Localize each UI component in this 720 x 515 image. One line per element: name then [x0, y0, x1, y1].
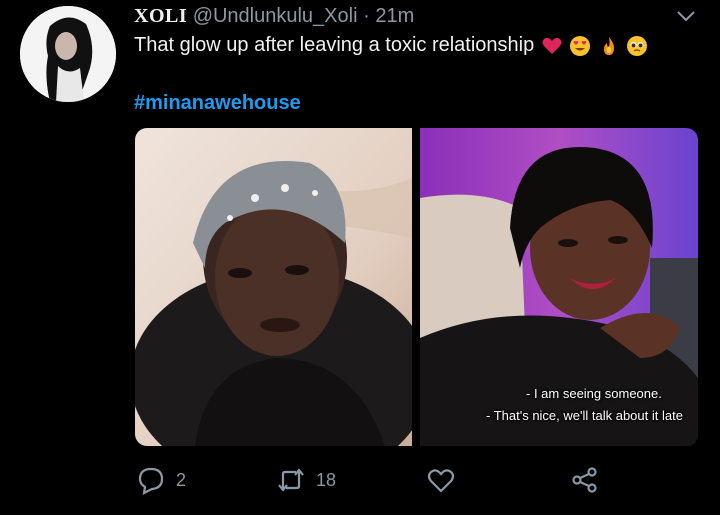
media-grid: - I am seeing someone. - That's nice, we…	[135, 128, 698, 446]
retweet-count: 18	[316, 469, 337, 490]
reply-button[interactable]: 2	[136, 465, 186, 495]
share-button[interactable]	[570, 465, 600, 495]
tweet-body: That glow up after leaving a toxic relat…	[134, 34, 535, 56]
fire-emoji-icon	[603, 36, 614, 55]
share-icon	[572, 467, 597, 493]
heart-icon	[427, 469, 455, 493]
action-bar: 2 18	[134, 465, 604, 499]
hashtag-link[interactable]: #minanawehouse	[134, 92, 301, 115]
like-button[interactable]	[426, 465, 456, 495]
photo-after[interactable]: - I am seeing someone. - That's nice, we…	[420, 128, 698, 446]
reply-count: 2	[176, 469, 187, 490]
heart-eyes-emoji-icon	[570, 35, 591, 56]
subtitle-line-1: - I am seeing someone.	[526, 386, 662, 401]
photo-before[interactable]	[135, 128, 412, 446]
retweet-icon	[278, 468, 304, 492]
pleading-face-emoji-icon	[627, 35, 648, 56]
avatar[interactable]	[20, 6, 116, 102]
red-heart-emoji-icon	[542, 37, 562, 54]
timestamp[interactable]: 21m	[375, 5, 414, 27]
tweet-text: That glow up after leaving a toxic relat…	[134, 34, 648, 57]
reply-icon	[138, 467, 164, 495]
separator: ·	[363, 5, 370, 27]
display-name[interactable]: XOLI	[134, 5, 187, 27]
user-handle[interactable]: @Undlunkulu_Xoli	[193, 5, 358, 27]
tweet-header: XOLI @Undlunkulu_Xoli · 21m	[134, 5, 414, 28]
chevron-down-icon[interactable]	[676, 9, 696, 23]
subtitle-line-2: - That's nice, we'll talk about it late	[486, 408, 683, 423]
retweet-button[interactable]: 18	[276, 465, 336, 495]
